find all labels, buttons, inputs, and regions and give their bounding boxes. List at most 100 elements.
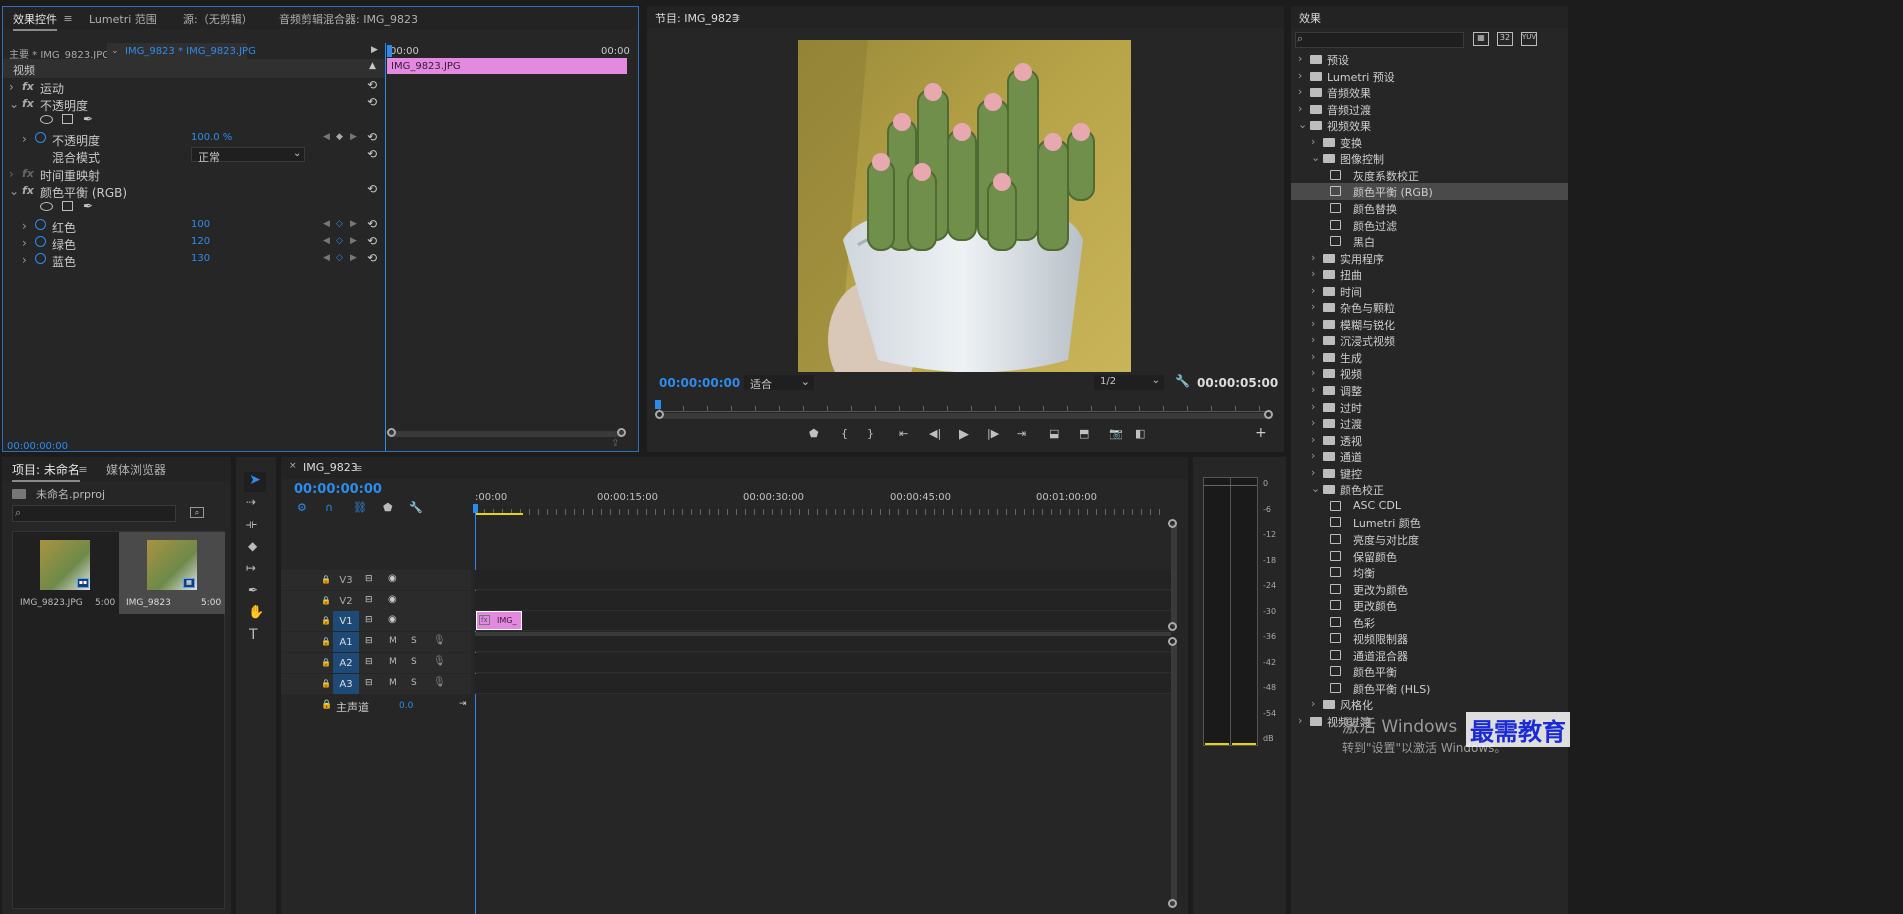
lock-icon[interactable]: 🔒 [321,658,331,667]
chevron-right-icon[interactable]: › [1298,52,1302,65]
mute-button[interactable]: M [389,657,397,667]
next-keyframe-icon[interactable]: ▶ [350,219,357,229]
effects-item[interactable]: 通道混合器 [1291,647,1568,664]
rect-mask-icon[interactable] [62,201,73,211]
stopwatch-icon[interactable] [35,132,46,143]
chevron-right-icon[interactable]: › [1311,466,1315,479]
lock-icon[interactable]: 🔒 [321,616,331,625]
sync-lock-icon[interactable]: ⊟ [365,636,373,646]
effects-folder[interactable]: › 变换 [1291,134,1568,151]
accelerated-effects-icon[interactable]: ▦ [1473,32,1489,46]
microphone-icon[interactable]: 🎙 [433,677,446,688]
track-name[interactable]: A3 [333,674,359,694]
chevron-down-icon[interactable]: ⌄ [1311,151,1320,164]
track-lane-v1[interactable] [475,611,1171,631]
camera-icon[interactable]: 📷 [1109,427,1123,440]
chevron-right-icon[interactable]: › [1311,697,1315,710]
track-header-v1[interactable]: 🔒 V1 ⊟ ◉ [281,611,471,631]
effects-folder[interactable]: › 通道 [1291,448,1568,465]
reset-icon[interactable]: ⟲ [367,78,377,92]
chevron-right-icon[interactable]: › [1311,267,1315,280]
track-header-v3[interactable]: 🔒 V3 ⊟ ◉ [281,570,471,590]
prev-keyframe-icon[interactable]: ◀ [323,253,330,263]
playhead-marker[interactable] [387,45,392,57]
effects-folder[interactable]: › 沉浸式视频 [1291,332,1568,349]
menu-icon[interactable]: ≡ [731,11,741,23]
program-ruler[interactable] [659,398,1271,412]
param-opacity-value[interactable]: 100.0 % [191,132,232,143]
effects-item[interactable]: 保留颜色 [1291,548,1568,565]
pen-mask-icon[interactable]: ✒ [83,199,93,213]
work-area-bar[interactable] [475,513,523,515]
effects-item[interactable]: 更改颜色 [1291,597,1568,614]
track-name[interactable]: V1 [333,611,359,631]
yuv-effects-icon[interactable]: YUV [1521,32,1537,46]
effects-item[interactable]: 色彩 [1291,614,1568,631]
next-keyframe-icon[interactable]: ▶ [350,236,357,246]
add-keyframe-icon[interactable]: ◇ [336,236,343,246]
track-name[interactable]: V3 [333,570,359,590]
reset-icon[interactable]: ⟲ [367,130,377,144]
effects-item[interactable]: 颜色平衡 [1291,663,1568,680]
project-item-image[interactable]: ▪▪ IMG_9823.JPG 5:00 [13,532,117,614]
effects-title[interactable]: 效果 [1299,10,1321,26]
scroll-handle-left[interactable] [655,410,664,419]
chevron-right-icon[interactable]: › [1298,714,1302,727]
video-scrollbar[interactable] [1171,523,1177,627]
reset-icon[interactable]: ⟲ [367,217,377,231]
chevron-right-icon[interactable]: › [1311,366,1315,379]
expand-icon[interactable]: › [9,80,14,94]
prev-keyframe-icon[interactable]: ◀ [323,236,330,246]
timeline-clip-v1[interactable]: fx IMG_ [476,611,522,630]
lift-icon[interactable]: ⬓ [1049,427,1059,440]
project-item-sequence[interactable]: ▦ IMG_9823 5:00 [119,532,225,614]
effects-folder[interactable]: › 风格化 [1291,696,1568,713]
chevron-right-icon[interactable]: › [1311,400,1315,413]
track-lane-v3[interactable] [475,570,1171,590]
effects-folder[interactable]: › 模糊与锐化 [1291,316,1568,333]
track-lane-a3[interactable] [475,674,1171,694]
mute-button[interactable]: M [389,636,397,646]
scroll-handle-bottom[interactable] [1168,899,1177,908]
expand-icon[interactable]: › [9,167,14,181]
expand-icon[interactable]: › [22,253,27,267]
slip-tool-icon[interactable]: ↦ [246,561,256,575]
tab-source[interactable]: 源:（无剪辑） [183,11,253,27]
close-icon[interactable]: × [289,461,297,471]
program-video-frame[interactable] [798,40,1131,372]
tab-effect-controls[interactable]: 效果控件 [13,11,57,31]
scroll-handle-right[interactable] [1264,410,1273,419]
track-select-tool-icon[interactable]: ⇢ [246,495,256,509]
param-blend-mode[interactable]: 混合模式 正常 ⌄ ⟲ [3,146,385,165]
pen-mask-icon[interactable]: ✒ [83,112,93,126]
tab-lumetri-scopes[interactable]: Lumetri 范围 [89,11,157,27]
lock-icon[interactable]: 🔒 [321,679,331,688]
chevron-right-icon[interactable]: › [1311,300,1315,313]
program-title[interactable]: 节目: IMG_9823 [655,10,739,26]
mark-out-icon[interactable]: } [867,427,874,440]
track-name[interactable]: V2 [333,591,359,611]
microphone-icon[interactable]: 🎙 [433,635,446,646]
scroll-handle-top[interactable] [1168,519,1177,528]
wrench-icon[interactable]: 🔧 [1175,374,1190,388]
effects-folder[interactable]: › 实用程序 [1291,250,1568,267]
chevron-down-icon[interactable]: ⌄ [1298,118,1307,131]
expand-icon[interactable]: › [22,219,27,233]
chevron-right-icon[interactable]: › [1311,416,1315,429]
sequence-clip-label[interactable]: IMG_9823 * IMG_9823.JPG [125,46,256,57]
effects-folder[interactable]: › 键控 [1291,465,1568,482]
new-bin-icon[interactable]: ⌕ [190,507,204,518]
collapse-icon[interactable]: ▲ [369,61,376,71]
param-red-value[interactable]: 100 [191,219,210,230]
track-header-a2[interactable]: 🔒 A2 ⊟ M S 🎙 [281,653,471,673]
selection-tool-icon[interactable]: ➤ [244,472,266,492]
snap-icon[interactable]: ∩ [325,501,333,514]
param-blue-value[interactable]: 130 [191,253,210,264]
marker-icon[interactable]: ⬟ [809,427,819,440]
effects-folder[interactable]: ⌄ 颜色校正 [1291,481,1568,498]
add-keyframe-icon[interactable]: ◇ [336,219,343,229]
zoom-select[interactable]: 适合 ⌄ [744,375,814,391]
32bit-effects-icon[interactable]: 32 [1497,32,1513,46]
effects-folder[interactable]: › 音频过渡 [1291,101,1568,118]
program-playhead[interactable] [655,400,661,409]
